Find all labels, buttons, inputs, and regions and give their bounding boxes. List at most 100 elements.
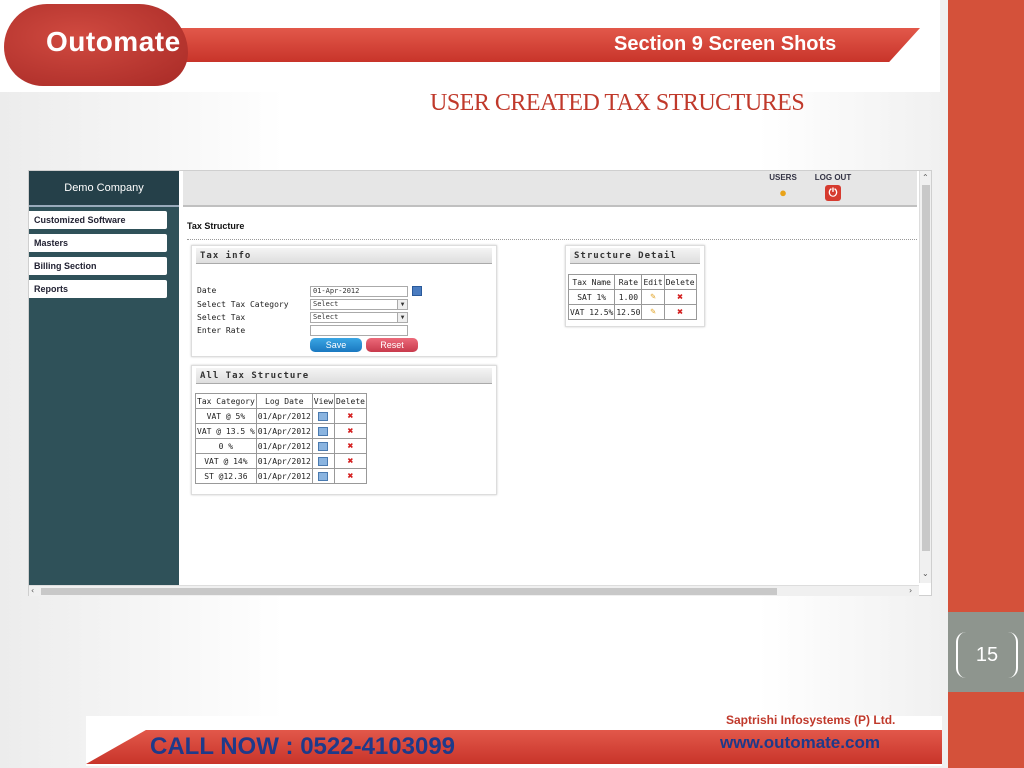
scroll-down-icon[interactable]: ⌄ xyxy=(922,569,929,579)
reset-button[interactable]: Reset xyxy=(366,338,418,352)
log-date-cell: 01/Apr/2012 xyxy=(255,453,313,469)
menu-item-customized-software[interactable]: Customized Software xyxy=(29,211,167,229)
horizontal-scrollbar[interactable]: ‹ › xyxy=(29,585,919,596)
page-title: Tax Structure xyxy=(187,221,245,231)
delete-cell[interactable]: ✖ xyxy=(334,423,367,439)
delete-icon[interactable]: ✖ xyxy=(347,456,353,467)
edit-cell[interactable]: ✎ xyxy=(641,289,665,305)
tax-name-cell: SAT 1% xyxy=(567,289,616,305)
table-row: ST @12.36 01/Apr/2012 ✖ xyxy=(195,468,367,484)
website-text: www.outomate.com xyxy=(720,733,880,752)
delete-cell[interactable]: ✖ xyxy=(334,438,367,454)
delete-icon[interactable]: ✖ xyxy=(677,292,683,303)
view-cell[interactable] xyxy=(311,438,336,454)
page-number: 15 xyxy=(956,632,1018,678)
tax-category-cell: VAT @ 5% xyxy=(195,408,257,424)
company-text: Saptrishi Infosystems (P) Ltd. xyxy=(726,713,896,727)
rate-input[interactable] xyxy=(310,325,408,336)
delete-icon[interactable]: ✖ xyxy=(677,307,683,318)
delete-icon[interactable]: ✖ xyxy=(347,411,353,422)
company-name: Demo Company xyxy=(29,171,179,207)
divider xyxy=(187,239,917,240)
pencil-icon[interactable]: ✎ xyxy=(650,307,655,317)
scroll-right-icon[interactable]: › xyxy=(909,586,912,596)
calendar-icon[interactable] xyxy=(412,286,422,296)
date-input[interactable]: 01-Apr-2012 xyxy=(310,286,408,297)
column-header: Tax Name xyxy=(567,274,616,290)
delete-icon[interactable]: ✖ xyxy=(347,471,353,482)
view-icon[interactable] xyxy=(318,426,329,436)
tax-category-cell: 0 % xyxy=(195,438,257,454)
column-header: Edit xyxy=(641,274,665,290)
slide-title: USER CREATED TAX STRUCTURES xyxy=(430,90,805,116)
menu-item-masters[interactable]: Masters xyxy=(29,234,167,252)
table-row: VAT @ 13.5 % 01/Apr/2012 ✖ xyxy=(195,423,367,439)
table-header-row: Tax Name Rate Edit Delete xyxy=(567,274,697,290)
all-tax-structure-heading: All Tax Structure xyxy=(196,368,492,384)
save-button[interactable]: Save xyxy=(310,338,362,352)
chevron-down-icon: ▼ xyxy=(397,313,407,322)
log-date-cell: 01/Apr/2012 xyxy=(255,468,313,484)
menu-item-reports[interactable]: Reports xyxy=(29,280,167,298)
table-row: 0 % 01/Apr/2012 ✖ xyxy=(195,438,367,454)
users-label: USERS xyxy=(769,173,797,182)
column-header: Tax Category xyxy=(195,393,257,409)
pencil-icon[interactable]: ✎ xyxy=(650,292,655,302)
structure-detail-heading: Structure Detail xyxy=(570,248,700,264)
logout-button[interactable]: LOG OUT ⏻ xyxy=(813,173,853,205)
tax-info-panel: Tax info Date 01-Apr-2012 Select Tax Cat… xyxy=(191,245,497,357)
tax-label: Select Tax xyxy=(197,313,246,322)
rate-cell: 12.50 xyxy=(614,304,643,320)
table-row: SAT 1% 1.00 ✎ ✖ xyxy=(567,289,697,305)
delete-cell[interactable]: ✖ xyxy=(334,468,367,484)
log-date-cell: 01/Apr/2012 xyxy=(255,423,313,439)
logout-label: LOG OUT xyxy=(814,173,852,182)
tax-value: Select xyxy=(313,313,339,321)
tax-select[interactable]: Select ▼ xyxy=(310,312,408,323)
top-bar: USERS ● LOG OUT ⏻ xyxy=(183,171,917,207)
tax-category-cell: VAT @ 14% xyxy=(195,453,257,469)
tax-category-select[interactable]: Select ▼ xyxy=(310,299,408,310)
tax-category-cell: ST @12.36 xyxy=(195,468,257,484)
vertical-scroll-thumb[interactable] xyxy=(922,185,930,551)
horizontal-scroll-thumb[interactable] xyxy=(41,588,777,595)
delete-icon[interactable]: ✖ xyxy=(347,441,353,452)
view-cell[interactable] xyxy=(311,468,336,484)
column-header: Delete xyxy=(663,274,697,290)
view-cell[interactable] xyxy=(311,453,336,469)
view-cell[interactable] xyxy=(311,408,336,424)
column-header: Delete xyxy=(334,393,367,409)
view-icon[interactable] xyxy=(318,411,329,421)
users-icon: ● xyxy=(779,185,787,200)
delete-icon[interactable]: ✖ xyxy=(347,426,353,437)
menu-item-billing-section[interactable]: Billing Section xyxy=(29,257,167,275)
scroll-up-icon[interactable]: ⌃ xyxy=(922,173,929,183)
delete-cell[interactable]: ✖ xyxy=(663,304,697,320)
all-tax-table: Tax Category Log Date View Delete VAT @ … xyxy=(195,393,367,484)
scroll-left-icon[interactable]: ‹ xyxy=(31,586,34,596)
sidebar: Demo Company Customized Software Masters… xyxy=(29,171,179,585)
table-row: VAT 12.5% 12.50 ✎ ✖ xyxy=(567,304,697,320)
log-date-cell: 01/Apr/2012 xyxy=(255,408,313,424)
view-icon[interactable] xyxy=(318,441,329,451)
tax-category-value: Select xyxy=(313,300,339,308)
users-button[interactable]: USERS ● xyxy=(763,173,803,205)
view-cell[interactable] xyxy=(311,423,336,439)
call-now-text: CALL NOW : 0522-4103099 xyxy=(150,733,456,760)
content-area: Tax Structure Tax info Date 01-Apr-2012 … xyxy=(183,213,917,585)
edit-cell[interactable]: ✎ xyxy=(641,304,665,320)
delete-cell[interactable]: ✖ xyxy=(334,408,367,424)
section-title: Section 9 Screen Shots xyxy=(614,33,837,55)
tax-name-cell: VAT 12.5% xyxy=(567,304,616,320)
rate-cell: 1.00 xyxy=(614,289,643,305)
table-row: VAT @ 14% 01/Apr/2012 ✖ xyxy=(195,453,367,469)
delete-cell[interactable]: ✖ xyxy=(334,453,367,469)
tax-info-heading: Tax info xyxy=(196,248,492,264)
vertical-scrollbar[interactable]: ⌃ ⌄ xyxy=(919,171,931,583)
view-icon[interactable] xyxy=(318,456,329,466)
column-header: Rate xyxy=(614,274,643,290)
view-icon[interactable] xyxy=(318,471,329,481)
column-header: View xyxy=(311,393,336,409)
delete-cell[interactable]: ✖ xyxy=(663,289,697,305)
tax-category-label: Select Tax Category xyxy=(197,300,289,309)
